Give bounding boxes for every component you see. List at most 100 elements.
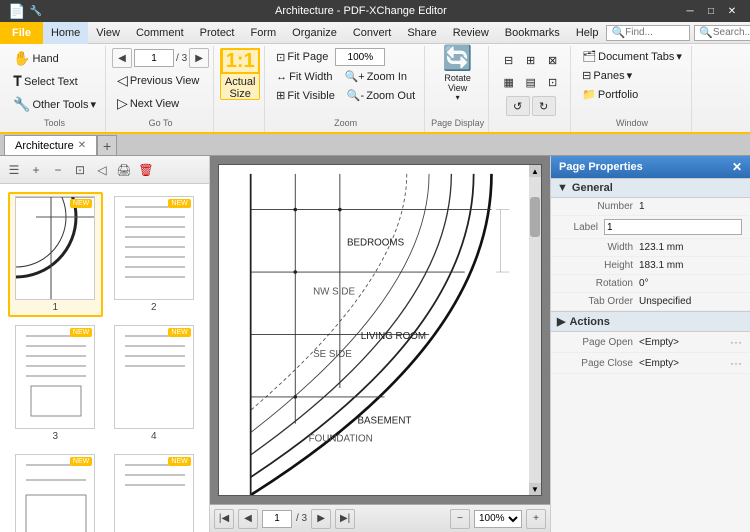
page-open-label: Page Open (559, 337, 639, 348)
doc-tab-architecture[interactable]: Architecture ✕ (4, 135, 97, 155)
spin-btn-b[interactable]: ↻ (532, 96, 556, 116)
zoom-level-select[interactable]: 100% 75% 125% 150% 200% (474, 510, 522, 528)
zoom-in-nav-btn[interactable]: + (526, 509, 546, 529)
next-view-icon: ▷ (117, 95, 128, 112)
page-display-1[interactable]: ⊟ (499, 50, 519, 70)
zoom-out-nav-btn[interactable]: − (450, 509, 470, 529)
rotation-label: Rotation (559, 278, 639, 289)
search-input[interactable] (713, 27, 750, 38)
page-close-more[interactable]: ··· (730, 356, 742, 370)
scroll-down-btn[interactable]: ▼ (529, 483, 541, 495)
page-properties-close[interactable]: ✕ (732, 160, 742, 174)
vertical-scrollbar[interactable]: ▲ ▼ (529, 165, 541, 495)
menu-convert[interactable]: Convert (345, 22, 400, 44)
scroll-up-btn[interactable]: ▲ (529, 165, 541, 177)
zoom-in-icon: 🔍+ (345, 70, 365, 83)
new-tab-button[interactable]: + (97, 135, 117, 155)
page-nav-input[interactable] (137, 53, 171, 64)
menu-form[interactable]: Form (243, 22, 285, 44)
actual-size-button[interactable]: 1:1 Actual Size (220, 48, 260, 100)
tab-close-architecture[interactable]: ✕ (78, 140, 86, 151)
thumb-img-6: NEW (114, 454, 194, 532)
menu-organize[interactable]: Organize (284, 22, 345, 44)
prev-view-button[interactable]: ◁ Previous View (112, 70, 204, 91)
fit-page-button[interactable]: ⊡ Fit Page (271, 49, 333, 66)
page-display-4[interactable]: ▦ (499, 72, 519, 92)
search-box[interactable]: 🔍 (694, 25, 750, 41)
label-input[interactable] (604, 219, 742, 235)
minimize-button[interactable]: ─ (680, 0, 700, 22)
page-display-5[interactable]: ▤ (521, 72, 541, 92)
zoom-in-button[interactable]: 🔍+ Zoom In (340, 68, 412, 85)
fit-visible-button[interactable]: ⊞ Fit Visible (271, 87, 340, 104)
next-view-button[interactable]: ▷ Next View (112, 93, 184, 114)
nav-next-btn[interactable]: ▶ (189, 48, 209, 68)
scroll-thumb[interactable] (530, 197, 540, 237)
height-label: Height (559, 260, 639, 271)
tab-order-value: Unspecified (639, 296, 742, 307)
props-general-section[interactable]: ▼ General (551, 178, 750, 198)
thumb-menu-btn[interactable]: ☰ (4, 160, 24, 180)
menu-home[interactable]: Home (43, 22, 88, 44)
nav-prev-btn[interactable]: ◀ (112, 48, 132, 68)
menu-share[interactable]: Share (399, 22, 444, 44)
menu-view[interactable]: View (88, 22, 128, 44)
page-number-input[interactable] (262, 510, 292, 528)
spin-btn-a[interactable]: ↺ (506, 96, 530, 116)
number-value: 1 (639, 201, 742, 212)
thumb-item-4[interactable]: NEW 4 (107, 321, 202, 446)
page-first-btn[interactable]: |◀ (214, 509, 234, 529)
hand-tool-button[interactable]: ✋ Hand (8, 48, 64, 69)
menu-help[interactable]: Help (568, 22, 607, 44)
menu-comment[interactable]: Comment (128, 22, 192, 44)
page-open-more[interactable]: ··· (730, 335, 742, 349)
thumb-item-1[interactable]: NEW 1 (8, 192, 103, 317)
thumb-fit-btn[interactable]: ⊡ (70, 160, 90, 180)
thumb-item-6[interactable]: NEW 6 (107, 450, 202, 532)
find-input[interactable] (625, 27, 685, 38)
thumb-zoom-in-btn[interactable]: + (26, 160, 46, 180)
page-prev-btn[interactable]: ◀ (238, 509, 258, 529)
zoom-input[interactable] (338, 52, 382, 63)
tab-bar: Architecture ✕ + (0, 134, 750, 156)
tab-order-label: Tab Order (559, 296, 639, 307)
pdf-drawing: BEDROOMS LIVING ROOM BASEMENT NW SIDE SE… (219, 165, 541, 495)
thumb-print-btn[interactable]: 🖨 (114, 160, 134, 180)
select-text-icon: 𝐓 (13, 73, 22, 90)
portfolio-button[interactable]: 📁 Portfolio (577, 86, 643, 103)
thumb-zoom-out-btn[interactable]: − (48, 160, 68, 180)
page-display-6[interactable]: ⊡ (543, 72, 563, 92)
thumb-back-btn[interactable]: ◁ (92, 160, 112, 180)
page-display-2[interactable]: ⊞ (521, 50, 541, 70)
page-next-btn[interactable]: ▶ (311, 509, 331, 529)
thumb-item-2[interactable]: NEW 2 (107, 192, 202, 317)
width-label: Width (559, 242, 639, 253)
doc-tabs-button[interactable]: 🗂 Document Tabs ▾ (577, 48, 687, 65)
page-display-3[interactable]: ⊠ (543, 50, 563, 70)
zoom-out-button[interactable]: 🔍- Zoom Out (342, 87, 420, 104)
close-button[interactable]: ✕ (722, 0, 742, 22)
props-row-page-close: Page Close <Empty> ··· (551, 353, 750, 374)
menu-file[interactable]: File (0, 22, 43, 44)
select-text-button[interactable]: 𝐓 Select Text (8, 71, 83, 92)
maximize-button[interactable]: □ (701, 0, 721, 22)
props-actions-section[interactable]: ▶ Actions (551, 311, 750, 332)
page-last-btn[interactable]: ▶| (335, 509, 355, 529)
rotate-view-button[interactable]: 🔄 Rotate View ▾ (438, 48, 478, 100)
panes-button[interactable]: ⊟ Panes ▾ (577, 67, 637, 84)
menu-bookmarks[interactable]: Bookmarks (497, 22, 568, 44)
menu-review[interactable]: Review (445, 22, 497, 44)
thumb-item-5[interactable]: NEW 5 (8, 450, 103, 532)
thumb-item-3[interactable]: NEW 3 (8, 321, 103, 446)
fit-width-button[interactable]: ↔ Fit Width (271, 68, 337, 85)
props-row-number: Number 1 (551, 198, 750, 216)
ribbon-group-rotate: 🔄 Rotate View ▾ Page Display (427, 46, 489, 132)
collapse-icon: ▼ (557, 182, 568, 194)
dropdown-icon: ▾ (91, 98, 97, 111)
other-tools-button[interactable]: 🔧 Other Tools ▾ (8, 94, 101, 115)
thumb-delete-btn[interactable]: 🗑 (136, 160, 156, 180)
search-icon: 🔍 (699, 26, 713, 39)
menu-protect[interactable]: Protect (192, 22, 243, 44)
find-box[interactable]: 🔍 (606, 25, 690, 41)
number-label: Number (559, 201, 639, 212)
